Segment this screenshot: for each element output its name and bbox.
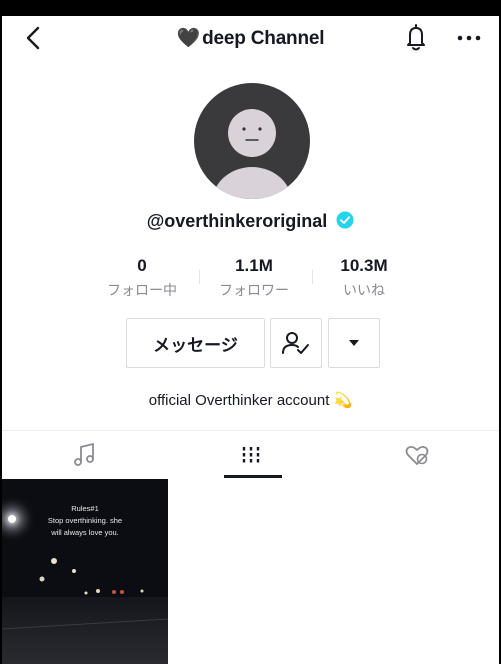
bell-icon[interactable] bbox=[402, 23, 430, 53]
channel-name: deep Channel bbox=[202, 28, 325, 49]
message-button[interactable]: メッセージ bbox=[126, 318, 265, 368]
avatar-face-icon bbox=[212, 109, 292, 199]
suggested-accounts-dropdown[interactable] bbox=[328, 318, 380, 368]
video-grid: Rules#1 Stop overthinking. she will alwa… bbox=[2, 479, 499, 664]
stat-following[interactable]: 0 フォロー中 bbox=[92, 256, 192, 300]
video-thumbnail[interactable]: Rules#1 Stop overthinking. she will alwa… bbox=[2, 479, 168, 664]
following-label: フォロー中 bbox=[107, 282, 177, 298]
followers-count: 1.1M bbox=[235, 256, 273, 275]
verified-badge-icon bbox=[336, 211, 354, 229]
username: @overthinkeroriginal bbox=[146, 211, 328, 231]
likes-count: 10.3M bbox=[340, 256, 388, 275]
music-note-icon bbox=[74, 443, 94, 466]
black-heart-emoji: 🖤 bbox=[176, 28, 201, 49]
stat-likes: 10.3M いいね bbox=[314, 256, 414, 300]
caret-down-icon bbox=[349, 340, 359, 346]
followers-label: フォロワー bbox=[219, 282, 289, 298]
dizzy-emoji: 💫 bbox=[333, 392, 353, 409]
video-caption: Rules#1 Stop overthinking. she will alwa… bbox=[47, 504, 123, 537]
stat-divider bbox=[312, 270, 313, 284]
tab-music[interactable] bbox=[2, 431, 168, 479]
tab-liked[interactable] bbox=[334, 431, 499, 479]
profile-bio: official Overthinker account 💫 bbox=[2, 391, 499, 409]
more-options-icon[interactable] bbox=[454, 24, 484, 52]
profile-screen: 🖤 deep Channel @overthinkeroriginal 0 フォ… bbox=[2, 16, 499, 664]
bio-text: official Overthinker account bbox=[148, 392, 330, 409]
avatar[interactable] bbox=[194, 83, 310, 199]
profile-stats: 0 フォロー中 1.1M フォロワー 10.3M いいね bbox=[92, 256, 412, 300]
hidden-heart-icon bbox=[405, 445, 429, 465]
active-tab-indicator bbox=[224, 475, 282, 478]
following-status-button[interactable] bbox=[270, 318, 322, 368]
username-row: @overthinkeroriginal bbox=[2, 211, 499, 232]
tab-videos[interactable] bbox=[168, 431, 334, 479]
stat-divider bbox=[199, 270, 200, 284]
user-check-icon bbox=[282, 332, 309, 354]
video-grid-icon bbox=[242, 447, 260, 463]
top-bar: 🖤 deep Channel bbox=[2, 16, 499, 60]
following-count: 0 bbox=[137, 256, 147, 275]
content-tabs bbox=[2, 430, 499, 479]
likes-label: いいね bbox=[343, 282, 385, 298]
stat-followers[interactable]: 1.1M フォロワー bbox=[204, 256, 304, 300]
